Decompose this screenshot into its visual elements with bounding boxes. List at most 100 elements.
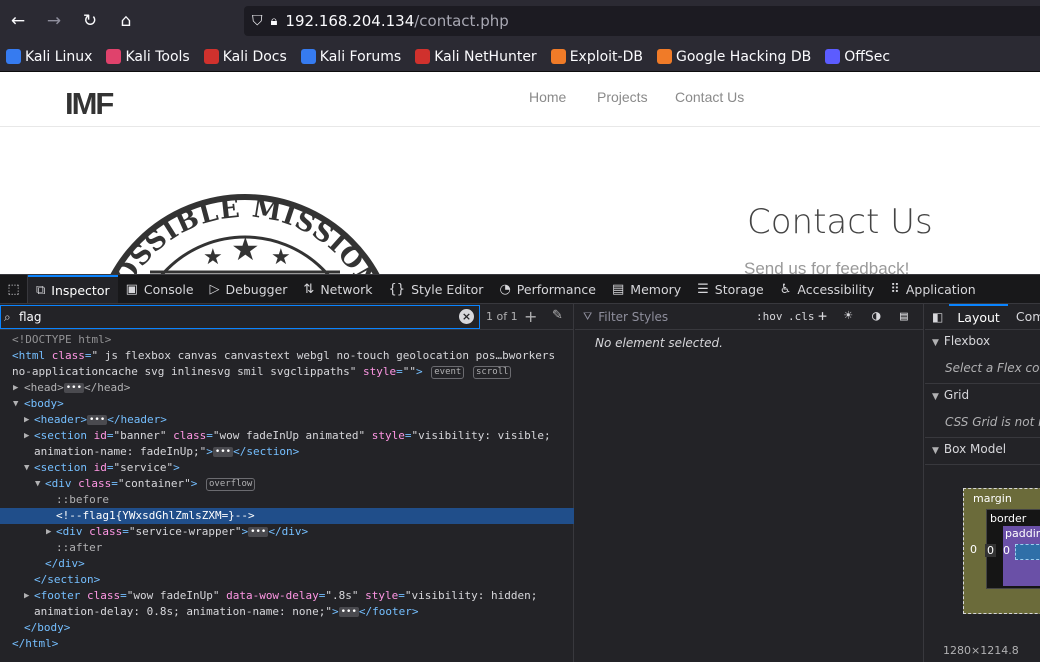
bookmark-item[interactable]: Kali Forums xyxy=(300,49,401,65)
bookmark-label: Kali NetHunter xyxy=(434,48,537,65)
tab-performance[interactable]: ◔ Performance xyxy=(491,275,604,303)
style-editor-icon: {} xyxy=(388,281,406,297)
bookmark-item[interactable]: OffSec xyxy=(825,49,890,65)
tree-line-banner-cont[interactable]: animation-name: fadeInUp;"> ••• </section> xyxy=(0,444,574,460)
element-picker-icon[interactable]: ⬚ xyxy=(0,275,28,303)
shield-icon[interactable]: ⛉ xyxy=(252,13,263,29)
overflow-badge[interactable]: overflow xyxy=(205,478,256,491)
add-node-icon[interactable]: + xyxy=(524,307,537,326)
tree-line-div-close[interactable]: </div> xyxy=(0,556,574,572)
tree-line-after[interactable]: ::after xyxy=(0,540,574,556)
filter-styles-input[interactable]: Filter Styles xyxy=(598,310,668,324)
home-icon[interactable]: ⌂ xyxy=(108,0,144,42)
collapse-arrow-icon[interactable]: ▼ xyxy=(24,460,29,476)
light-theme-icon[interactable]: ☀ xyxy=(844,308,852,324)
event-badge[interactable]: event xyxy=(431,366,465,379)
clear-search-icon[interactable]: × xyxy=(459,309,474,324)
nav-projects[interactable]: Projects xyxy=(597,89,648,105)
add-rule-icon[interactable]: + xyxy=(818,307,827,325)
box-model-padding[interactable]: paddin 0 xyxy=(1003,526,1040,586)
nav-contact[interactable]: Contact Us xyxy=(675,89,744,105)
expand-arrow-icon[interactable]: ▶ xyxy=(24,412,29,428)
page-heading: Contact Us xyxy=(747,202,933,242)
tab-console[interactable]: ▣ Console xyxy=(118,275,202,303)
tree-line-service[interactable]: ▼ <section id="service"> xyxy=(0,460,574,476)
tab-debugger[interactable]: ▷ Debugger xyxy=(202,275,296,303)
cls-toggle[interactable]: .cls xyxy=(788,310,815,323)
tab-storage[interactable]: ☰ Storage xyxy=(689,275,772,303)
tree-line-footer-cont[interactable]: animation-delay: 0.8s; animation-name: n… xyxy=(0,604,574,620)
grid-section[interactable]: ▼ Grid xyxy=(925,388,1040,402)
no-element-message: No element selected. xyxy=(595,336,723,350)
eyedropper-icon[interactable]: ✎ xyxy=(552,308,563,323)
margin-left-value[interactable]: 0 xyxy=(970,543,977,556)
box-model-margin[interactable]: margin 0 border 0 paddin 0 xyxy=(963,488,1040,614)
dark-theme-icon[interactable]: ◑ xyxy=(872,308,880,324)
tree-line-comment-selected[interactable]: <!--flag1{YWxsdGhlZmlsZXM=}--> xyxy=(0,508,574,524)
expand-arrow-icon[interactable]: ▶ xyxy=(46,524,51,540)
scroll-badge[interactable]: scroll xyxy=(472,366,512,379)
border-left-value[interactable]: 0 xyxy=(985,544,996,557)
tab-network[interactable]: ⇅ Network xyxy=(295,275,380,303)
tree-line-header[interactable]: ▶ <header> ••• </header> xyxy=(0,412,574,428)
bookmark-label: Kali Docs xyxy=(222,48,287,65)
grid-message: CSS Grid is not in xyxy=(945,415,1040,429)
tab-layout[interactable]: Layout xyxy=(949,304,1008,330)
tree-line-head[interactable]: ▶ <head> ••• </head> xyxy=(0,380,574,396)
tree-line-banner[interactable]: ▶ <section id="banner" class="wow fadeInU… xyxy=(0,428,574,444)
bookmark-item[interactable]: Kali Linux xyxy=(6,49,92,65)
box-model-content[interactable] xyxy=(1015,544,1040,560)
bookmark-item[interactable]: Google Hacking DB xyxy=(656,49,811,65)
expand-arrow-icon[interactable]: ▶ xyxy=(24,588,29,604)
tree-line-section-close[interactable]: </section> xyxy=(0,572,574,588)
nav-home[interactable]: Home xyxy=(529,89,566,105)
bookmark-favicon-icon xyxy=(106,49,122,64)
bookmark-label: OffSec xyxy=(844,48,891,65)
tree-line-service-wrapper[interactable]: ▶ <div class="service-wrapper"> ••• </div> xyxy=(0,524,574,540)
tree-line-html[interactable]: <html class=" js flexbox canvas canvaste… xyxy=(0,348,574,364)
tab-application[interactable]: ⠿ Application xyxy=(882,275,983,303)
bookmark-item[interactable]: Kali Tools xyxy=(106,49,190,65)
flexbox-section[interactable]: ▼ Flexbox xyxy=(925,334,1040,348)
tree-line-before[interactable]: ::before xyxy=(0,492,574,508)
tree-line-body[interactable]: ▼ <body> xyxy=(0,396,574,412)
url-bar[interactable]: ⛉ 🔒︎ 192.168.204.134/contact.php xyxy=(244,6,1040,36)
tree-line-html-cont[interactable]: no-applicationcache svg inlinesvg smil s… xyxy=(0,364,574,380)
sidebar-toggle-icon[interactable]: ◧ xyxy=(925,310,949,324)
lock-icon[interactable]: 🔒︎ xyxy=(271,14,278,29)
tree-line-body-close[interactable]: </body> xyxy=(0,620,574,636)
tab-computed[interactable]: Com xyxy=(1008,304,1040,330)
bookmark-item[interactable]: Exploit-DB xyxy=(550,49,643,65)
tab-label: Application xyxy=(905,281,976,297)
box-model-section[interactable]: ▼ Box Model xyxy=(925,442,1040,456)
tab-style-editor[interactable]: {} Style Editor xyxy=(381,275,492,303)
tab-inspector[interactable]: ⧉ Inspector xyxy=(28,275,118,303)
tree-line-container[interactable]: ▼ <div class="container"> overflow xyxy=(0,476,574,492)
tree-line-footer[interactable]: ▶ <footer class="wow fadeInUp" data-wow-d… xyxy=(0,588,574,604)
hov-toggle[interactable]: :hov xyxy=(756,310,783,323)
reload-icon[interactable]: ↻ xyxy=(72,0,108,42)
print-media-icon[interactable]: ▤ xyxy=(900,309,908,324)
bookmark-label: Kali Linux xyxy=(25,48,93,65)
tab-accessibility[interactable]: ♿ Accessibility xyxy=(772,275,883,303)
site-logo[interactable]: IMF xyxy=(65,86,114,122)
padding-label: paddin xyxy=(1005,527,1040,540)
forward-arrow-icon[interactable]: → xyxy=(36,0,72,42)
box-model-border[interactable]: border 0 paddin 0 xyxy=(985,509,1040,589)
markup-search-input[interactable]: ⌕ flag xyxy=(0,305,480,329)
back-arrow-icon[interactable]: ← xyxy=(0,0,36,42)
svg-text:★: ★ xyxy=(231,230,260,268)
tab-memory[interactable]: ▤ Memory xyxy=(604,275,689,303)
expand-arrow-icon[interactable]: ▶ xyxy=(13,380,18,396)
collapse-arrow-icon[interactable]: ▼ xyxy=(13,396,18,412)
bookmark-item[interactable]: Kali Docs xyxy=(203,48,287,65)
tree-line-html-close[interactable]: </html> xyxy=(0,636,574,652)
padding-left-value[interactable]: 0 xyxy=(1003,544,1010,557)
web-page: IMF Home Projects Contact Us POSSIBLE MI… xyxy=(0,72,1040,274)
expand-arrow-icon[interactable]: ▶ xyxy=(24,428,29,444)
tree-line-doctype[interactable]: <!DOCTYPE html> xyxy=(0,332,574,348)
flexbox-message: Select a Flex conta xyxy=(945,361,1040,375)
bookmark-item[interactable]: Kali NetHunter xyxy=(415,48,537,65)
tab-label: Performance xyxy=(516,281,596,297)
collapse-arrow-icon[interactable]: ▼ xyxy=(35,476,40,492)
